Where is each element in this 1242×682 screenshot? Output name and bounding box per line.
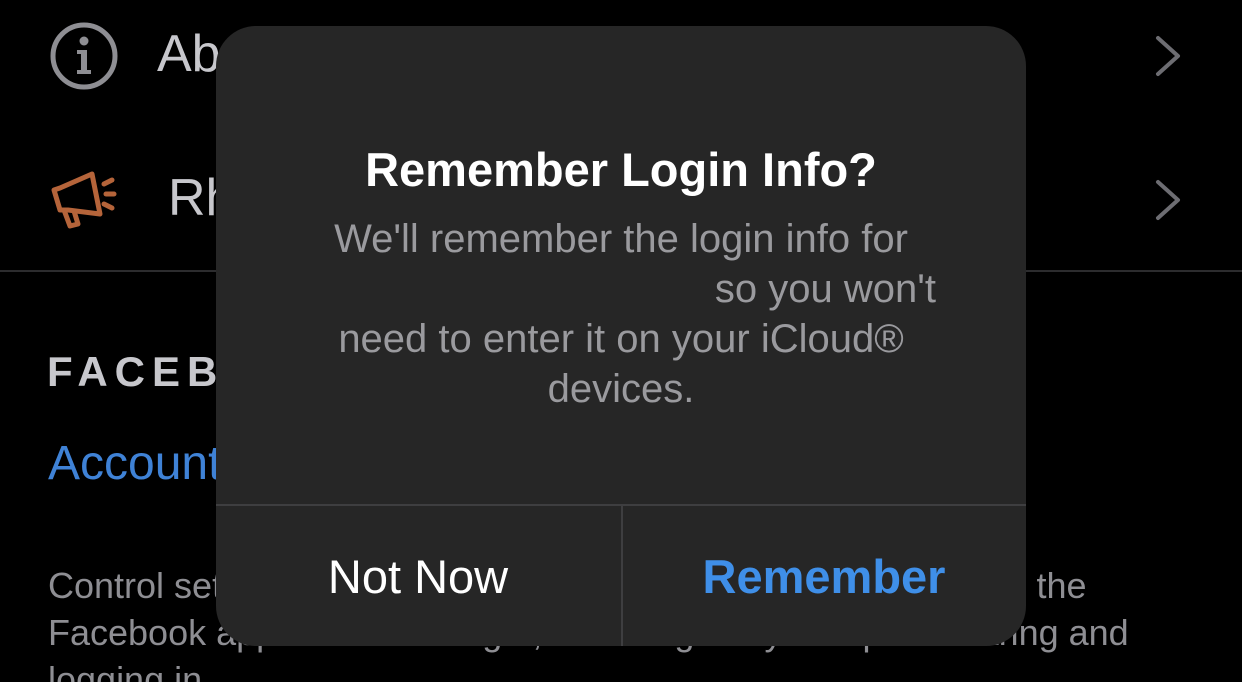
alert-message: We'll remember the login info for so you… — [296, 214, 946, 414]
megaphone-icon — [51, 171, 117, 229]
chevron-right-icon — [1156, 36, 1180, 76]
chevron-right-icon — [1156, 180, 1180, 220]
alert-message-line: need to enter it on your iCloud® — [338, 317, 904, 361]
alert-message-line: We'll remember the login info for — [334, 217, 908, 261]
not-now-button[interactable]: Not Now — [216, 506, 620, 646]
remember-button[interactable]: Remember — [622, 506, 1026, 646]
alert-title: Remember Login Info? — [365, 143, 877, 196]
screen: About Rh FACEBOOK Accounts Center Contro… — [0, 0, 1242, 682]
alert-message-line: devices. — [547, 367, 695, 411]
info-circle-icon — [50, 22, 118, 90]
remember-login-alert: Remember Login Info? We'll remember the … — [216, 26, 1026, 646]
alert-message-line: so you won't — [714, 267, 936, 311]
